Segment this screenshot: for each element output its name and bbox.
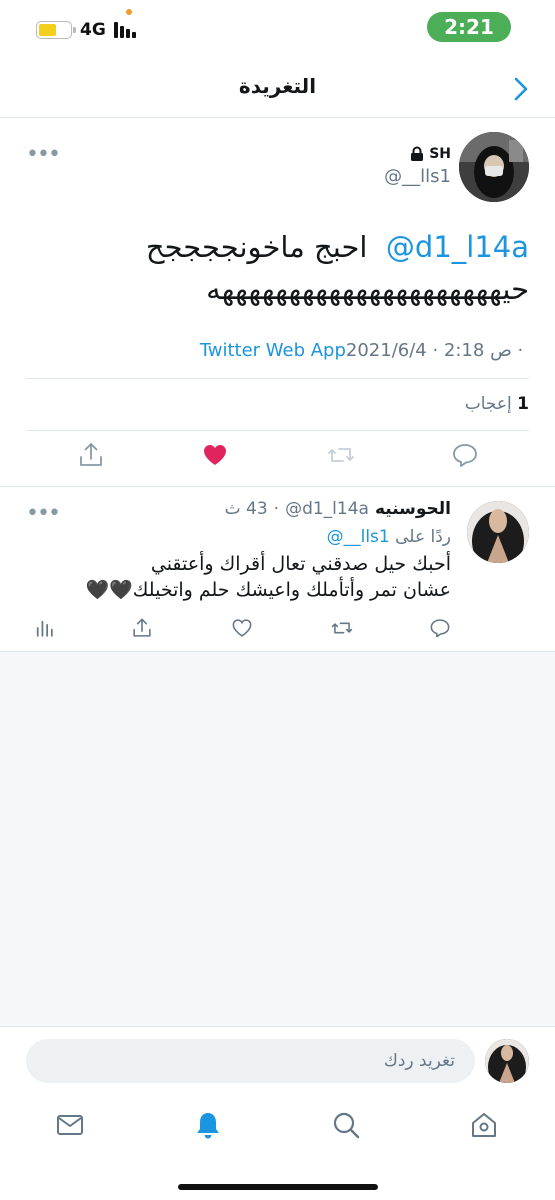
network-type: 4G (80, 20, 106, 40)
status-bar: 4G 2:21 (0, 0, 555, 58)
signal-icon (113, 22, 136, 38)
reply-actions (0, 617, 555, 641)
author-block: SH @__lls1 (384, 146, 451, 187)
reply-text-line-1: أحبك حيل صدقني تعال أقراك وأعتقني (150, 553, 451, 575)
reply-icon (430, 619, 450, 638)
replying-to: ردًا على @__lls1 (327, 527, 451, 547)
battery-icon (36, 21, 76, 39)
status-time[interactable]: 2:21 (427, 12, 511, 42)
notifications-icon (197, 1113, 219, 1139)
retweet-button[interactable] (327, 441, 355, 469)
tab-messages[interactable] (55, 1110, 85, 1140)
reply-text: أحبك حيل صدقني تعال أقراك وأعتقني عشان ت… (31, 551, 451, 603)
author-avatar[interactable] (459, 132, 529, 202)
likes-count: 1 (517, 394, 529, 414)
tweet-text-line-2: حيهههههههههههههههههههههه (206, 272, 529, 306)
retweet-icon (331, 622, 353, 634)
like-button[interactable] (201, 441, 229, 469)
home-icon (472, 1113, 496, 1137)
empty-thread-area (0, 652, 555, 1026)
tweet-text-line-1: @d1_l14a احبج ماخونججججح (29, 226, 529, 268)
page-title: التغريدة (238, 74, 317, 98)
reply-time: 43 ث (224, 499, 268, 519)
status-indicators: 4G (36, 20, 136, 40)
my-avatar[interactable] (485, 1039, 529, 1083)
replying-to-handle[interactable]: @__lls1 (327, 527, 390, 547)
reply-separator-dot: · (273, 499, 280, 519)
divider (26, 430, 529, 431)
tweet-text: @d1_l14a احبج ماخونججججح حيههههههههههههه… (29, 226, 529, 310)
tweet-meta: 2021/6/4 · 2:18 ص · Twitter Web App (200, 340, 529, 361)
compose-bar (0, 1026, 555, 1094)
reply-author-avatar[interactable] (467, 501, 529, 563)
reply-retweet-button[interactable] (331, 617, 353, 639)
likes-label: إعجاب (464, 394, 512, 414)
share-icon (80, 443, 102, 466)
reply-button[interactable] (451, 441, 479, 469)
more-icon[interactable]: ••• (26, 503, 61, 525)
home-indicator[interactable] (178, 1184, 378, 1190)
tweet-timestamp: 2021/6/4 · 2:18 ص · (345, 340, 529, 361)
divider (26, 378, 529, 379)
tab-bar (0, 1094, 555, 1164)
chevron-right-icon (514, 77, 528, 101)
tab-home[interactable] (469, 1110, 499, 1140)
reply-compose-input[interactable] (26, 1039, 475, 1083)
author-name[interactable]: SH (429, 146, 451, 162)
back-button[interactable] (509, 76, 533, 102)
reply-tweet[interactable]: الحوسنيه @d1_l14a · 43 ث ••• ردًا على @_… (0, 487, 555, 652)
replying-to-label: ردًا على (395, 527, 451, 547)
like-icon (232, 619, 252, 637)
reply-analytics-button[interactable] (33, 617, 55, 639)
reply-like-button[interactable] (231, 617, 253, 639)
author-name-row: SH (384, 146, 451, 162)
share-icon (133, 618, 151, 637)
tweet-mention[interactable]: @d1_l14a (386, 230, 529, 264)
reply-share-button[interactable] (131, 617, 153, 639)
analytics-icon (36, 620, 53, 637)
reply-text-line-2: عشان تمر وأتأملك واعيشك حلم واتخيلك🖤🖤 (85, 579, 451, 601)
share-button[interactable] (77, 441, 105, 469)
reply-author-name[interactable]: الحوسنيه (375, 499, 451, 519)
tweet-text-part-1: احبج ماخونججججح (145, 230, 368, 264)
retweet-icon (328, 448, 354, 462)
reply-reply-button[interactable] (429, 617, 451, 639)
reply-header: الحوسنيه @d1_l14a · 43 ث (225, 499, 451, 519)
author-handle[interactable]: @__lls1 (384, 166, 451, 187)
lock-icon (411, 146, 424, 161)
nav-header: التغريدة (0, 58, 555, 118)
reply-author-handle[interactable]: @d1_l14a (285, 499, 369, 519)
reply-icon (453, 444, 477, 467)
tab-search[interactable] (331, 1110, 361, 1140)
main-tweet: SH @__lls1 ••• @d1_l14a احبج ماخونججججح … (0, 118, 555, 486)
more-icon[interactable]: ••• (26, 144, 61, 166)
messages-icon (57, 1115, 83, 1135)
search-icon (333, 1112, 360, 1139)
tweet-actions (0, 441, 555, 477)
privacy-indicator-dot (126, 9, 132, 15)
like-icon (204, 445, 226, 465)
likes-row[interactable]: 1 إعجاب (465, 394, 529, 414)
tweet-source-link[interactable]: Twitter Web App (200, 340, 346, 361)
tab-notifications[interactable] (193, 1110, 223, 1140)
